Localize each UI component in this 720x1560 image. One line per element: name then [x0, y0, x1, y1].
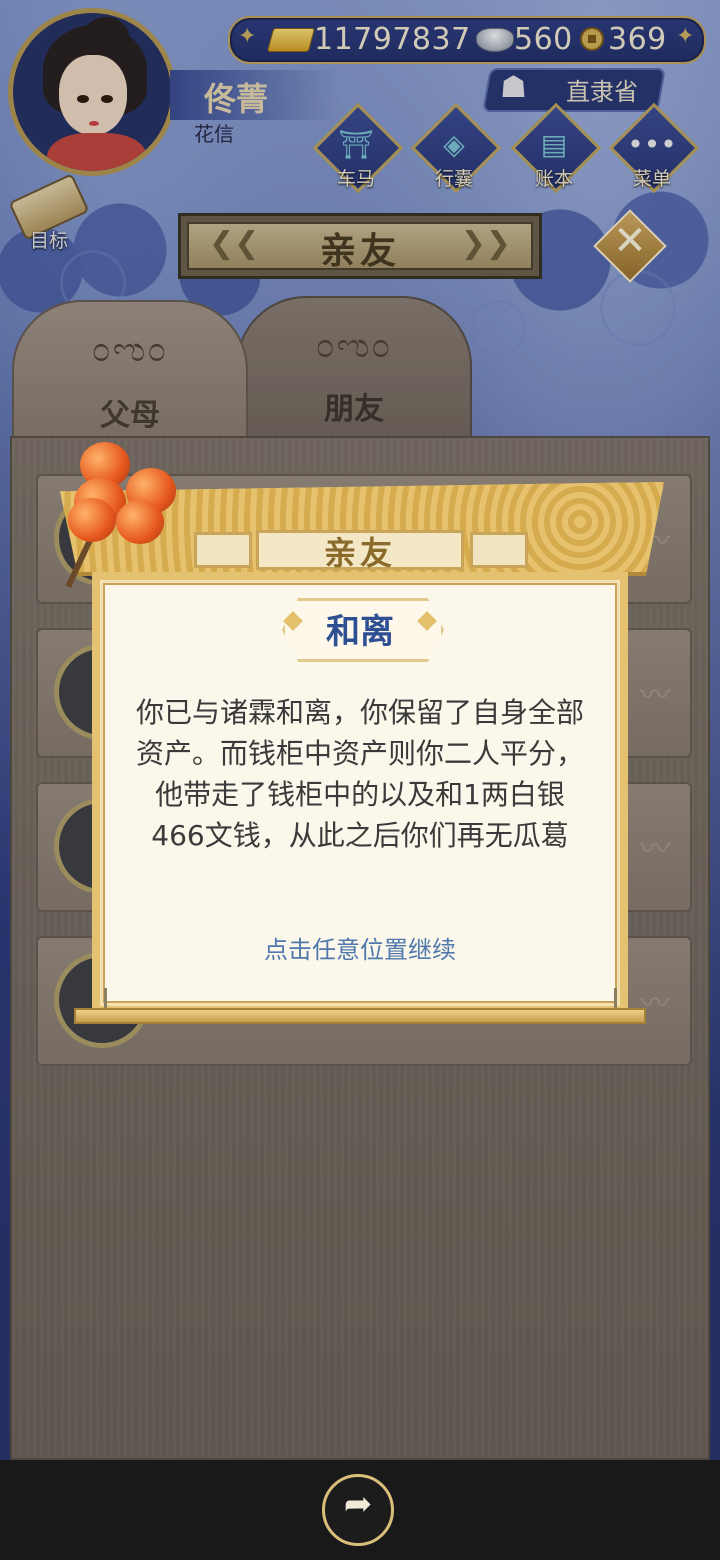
dialog-heading: 和离 — [326, 612, 394, 652]
dialog-card-base — [74, 1008, 646, 1024]
share-icon[interactable]: ➦ — [322, 1484, 394, 1524]
candied-haws-icon — [116, 500, 164, 544]
candied-haws-icon — [68, 498, 116, 542]
dialog-message: 你已与诸霖和离，你保留了自身全部资产。而钱柜中资产则你二人平分，他带走了钱柜中的… — [135, 696, 584, 852]
dialog-title: 亲友 — [323, 534, 396, 572]
continue-hint[interactable]: 点击任意位置继续 — [92, 930, 628, 965]
scroll-title-frame — [470, 532, 528, 568]
scroll-title-frame — [194, 532, 252, 568]
